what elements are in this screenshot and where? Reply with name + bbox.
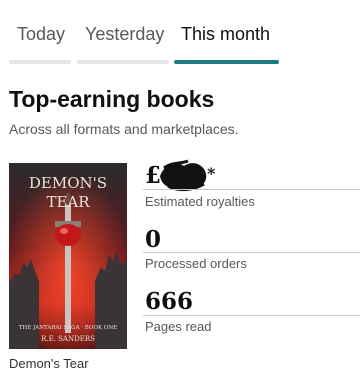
tab-this-month[interactable]: This month bbox=[181, 24, 270, 45]
section-title: Top-earning books bbox=[9, 86, 215, 112]
pages-read-label: Pages read bbox=[145, 319, 212, 334]
royalties-divider bbox=[143, 189, 360, 190]
tab-this-month-indicator bbox=[174, 60, 279, 64]
processed-orders-label: Processed orders bbox=[145, 256, 247, 271]
tab-today-indicator bbox=[9, 60, 71, 64]
cover-title-line2: TEAR bbox=[46, 193, 90, 211]
processed-orders-value: 0 bbox=[145, 226, 162, 253]
tab-yesterday[interactable]: Yesterday bbox=[85, 24, 164, 45]
redacted-scribble bbox=[160, 159, 207, 192]
royalties-asterisk: * bbox=[207, 164, 216, 183]
cover-series: THE JANTARAI SAGA · BOOK ONE bbox=[19, 325, 117, 331]
book-cover-image[interactable]: DEMON'S TEAR THE JANTARAI SAGA · BOOK ON… bbox=[9, 163, 127, 349]
section-subtitle: Across all formats and marketplaces. bbox=[9, 121, 239, 137]
tab-today[interactable]: Today bbox=[17, 24, 65, 45]
book-title[interactable]: Demon's Tear bbox=[9, 356, 89, 371]
pages-read-value: 666 bbox=[145, 288, 194, 315]
period-tabs: Today Yesterday This month bbox=[0, 0, 360, 70]
orders-divider bbox=[143, 252, 360, 253]
cover-title-line1: DEMON'S bbox=[29, 174, 107, 192]
tab-yesterday-indicator bbox=[77, 60, 169, 64]
royalties-label: Estimated royalties bbox=[145, 194, 255, 209]
cover-author: R.E. SANDERS bbox=[41, 335, 95, 343]
pages-divider bbox=[143, 315, 360, 316]
